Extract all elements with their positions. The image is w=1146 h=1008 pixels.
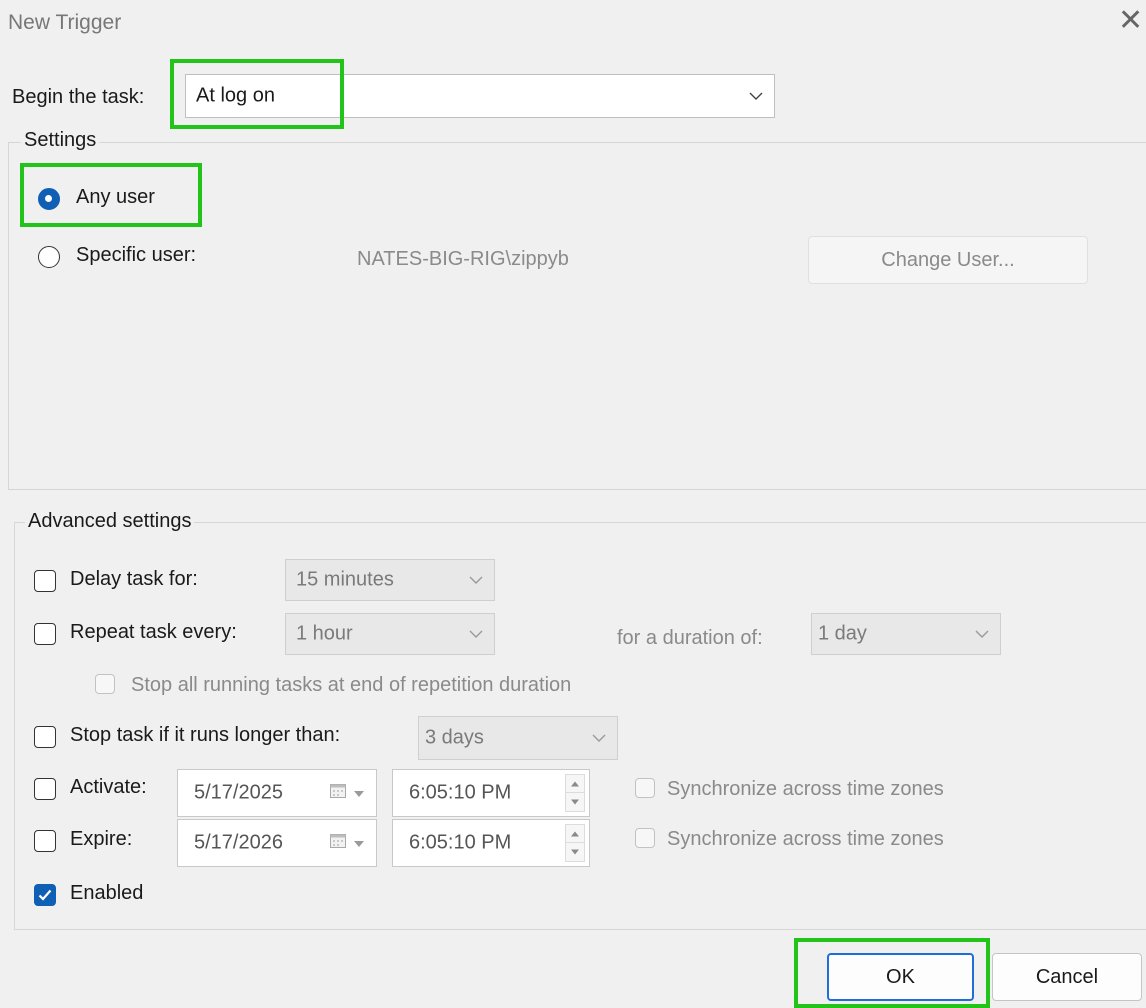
- settings-group-title: Settings: [21, 129, 100, 152]
- ok-button[interactable]: OK: [827, 953, 974, 1001]
- expire-date-value: 5/17/2026: [194, 831, 283, 854]
- activate-sync-label: Synchronize across time zones: [667, 778, 944, 800]
- settings-group: [8, 142, 1146, 490]
- chevron-down-icon: [458, 614, 494, 654]
- duration-select[interactable]: 1 day: [811, 613, 1001, 655]
- activate-sync-checkbox[interactable]: [635, 778, 655, 798]
- expire-sync-label: Synchronize across time zones: [667, 828, 944, 850]
- duration-label: for a duration of:: [617, 627, 763, 649]
- cancel-button[interactable]: Cancel: [992, 953, 1142, 1001]
- enabled-checkbox[interactable]: [34, 884, 56, 906]
- expire-time-value: 6:05:10 PM: [409, 831, 512, 854]
- stop-longer-label: Stop task if it runs longer than:: [70, 724, 341, 746]
- time-spinner[interactable]: [565, 774, 585, 812]
- stop-longer-select[interactable]: 3 days: [418, 716, 618, 760]
- activate-label: Activate:: [70, 776, 147, 798]
- stop-all-label: Stop all running tasks at end of repetit…: [131, 674, 572, 696]
- spin-up-icon[interactable]: [566, 775, 584, 793]
- expire-sync-checkbox[interactable]: [635, 828, 655, 848]
- calendar-icon: [330, 833, 346, 853]
- stop-all-checkbox[interactable]: [95, 674, 115, 694]
- begin-task-select[interactable]: At log on: [185, 74, 775, 118]
- delay-task-select[interactable]: 15 minutes: [285, 559, 495, 601]
- begin-task-label: Begin the task:: [12, 86, 145, 108]
- window-title: New Trigger: [8, 11, 122, 34]
- chevron-down-icon[interactable]: [354, 784, 364, 802]
- specific-user-label: Specific user:: [76, 244, 197, 266]
- expire-date-picker[interactable]: 5/17/2026: [177, 819, 377, 867]
- chevron-down-icon: [964, 614, 1000, 654]
- activate-time-value: 6:05:10 PM: [409, 781, 512, 804]
- activate-checkbox[interactable]: [34, 778, 56, 800]
- delay-task-value: 15 minutes: [296, 568, 394, 591]
- repeat-task-checkbox[interactable]: [34, 623, 56, 645]
- delay-task-label: Delay task for:: [70, 568, 198, 590]
- activate-date-picker[interactable]: 5/17/2025: [177, 769, 377, 817]
- advanced-settings-title: Advanced settings: [25, 510, 195, 533]
- expire-checkbox[interactable]: [34, 830, 56, 852]
- specific-user-radio[interactable]: [38, 246, 60, 268]
- enabled-label: Enabled: [70, 882, 144, 904]
- check-icon: [38, 889, 52, 901]
- activate-date-value: 5/17/2025: [194, 781, 283, 804]
- chevron-down-icon: [458, 560, 494, 600]
- chevron-down-icon: [738, 75, 774, 117]
- stop-longer-checkbox[interactable]: [34, 726, 56, 748]
- calendar-icon: [330, 783, 346, 803]
- expire-time-picker[interactable]: 6:05:10 PM: [392, 819, 590, 867]
- specific-user-value: NATES-BIG-RIG\zippyb: [357, 248, 569, 270]
- any-user-radio[interactable]: [38, 188, 60, 210]
- chevron-down-icon: [581, 717, 617, 759]
- spin-up-icon[interactable]: [566, 825, 584, 843]
- repeat-task-select[interactable]: 1 hour: [285, 613, 495, 655]
- repeat-task-label: Repeat task every:: [70, 621, 237, 643]
- repeat-task-value: 1 hour: [296, 622, 353, 645]
- duration-value: 1 day: [818, 622, 867, 645]
- stop-longer-value: 3 days: [425, 726, 484, 749]
- any-user-label: Any user: [76, 186, 155, 208]
- spin-down-icon[interactable]: [566, 843, 584, 861]
- begin-task-value: At log on: [196, 84, 275, 107]
- activate-time-picker[interactable]: 6:05:10 PM: [392, 769, 590, 817]
- time-spinner[interactable]: [565, 824, 585, 862]
- delay-task-checkbox[interactable]: [34, 570, 56, 592]
- change-user-button[interactable]: Change User...: [808, 236, 1088, 284]
- close-icon[interactable]: ✕: [1118, 6, 1143, 36]
- spin-down-icon[interactable]: [566, 793, 584, 811]
- expire-label: Expire:: [70, 828, 133, 850]
- chevron-down-icon[interactable]: [354, 834, 364, 852]
